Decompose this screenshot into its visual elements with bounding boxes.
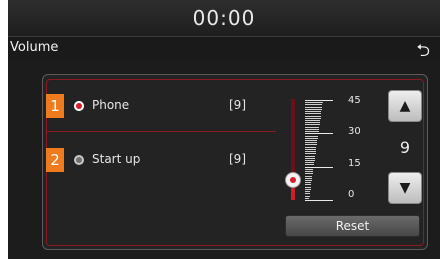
scale-tick [305, 155, 316, 157]
scale-tick [305, 195, 310, 197]
current-volume-value: 9 [399, 138, 411, 157]
scale-tick [305, 146, 317, 148]
scale-tick [305, 186, 311, 188]
scale-tick [305, 162, 315, 164]
scale-tick [305, 122, 320, 124]
scale-tick [305, 173, 313, 175]
list-item-value: [9] [229, 98, 246, 112]
scale-tick [305, 120, 321, 121]
scale-tick [305, 188, 311, 190]
status-bar: 00:00 [8, 0, 440, 37]
list-item-phone[interactable]: 1 Phone [9] [46, 94, 276, 120]
scale-tick [305, 160, 315, 161]
scale-tick [305, 108, 322, 110]
scale-tick [305, 200, 333, 201]
item-number-badge: 2 [46, 148, 64, 172]
scale-tick [305, 100, 333, 101]
scale-label-min: 0 [348, 189, 355, 200]
return-arrow-icon: ⮌ [416, 41, 430, 61]
triangle-down-icon: ▼ [399, 180, 411, 196]
radio-selected-icon [74, 101, 84, 111]
scale-tick [305, 106, 323, 108]
scale-label-max: 45 [348, 95, 361, 106]
list-item-start-up[interactable]: 2 Start up [9] [46, 148, 276, 174]
scale-tick [305, 142, 318, 144]
scale-tick [305, 135, 319, 137]
title-bar: Volume ⮌ [8, 37, 440, 61]
scale-tick [305, 131, 319, 133]
scale-label-30: 30 [348, 126, 361, 137]
scale-tick [305, 115, 321, 117]
volume-slider-knob[interactable] [286, 173, 300, 187]
triangle-up-icon: ▲ [399, 98, 411, 114]
scale-tick [305, 157, 315, 159]
scale-tick [305, 193, 310, 195]
scale-tick [305, 144, 317, 146]
scale-tick [305, 137, 318, 139]
list-item-label: Start up [92, 152, 141, 166]
scale-tick [305, 153, 316, 155]
scale-tick [305, 124, 320, 126]
volume-up-button[interactable]: ▲ [388, 90, 422, 122]
scale-tick [305, 168, 314, 170]
scale-tick [305, 151, 316, 153]
scale-tick [305, 177, 313, 179]
clock: 00:00 [192, 6, 256, 30]
list-item-label: Phone [92, 98, 130, 112]
scale-tick [305, 117, 321, 119]
list-item-value: [9] [229, 152, 246, 166]
scale-tick [305, 191, 311, 193]
scale-tick [305, 126, 320, 128]
scale-tick [305, 175, 313, 177]
screen: 00:00 Volume ⮌ 1 Phone [9] 2 Start up [9… [0, 0, 446, 259]
radio-unselected-icon [74, 155, 84, 165]
volume-down-button[interactable]: ▼ [388, 172, 422, 204]
scale-tick [305, 140, 318, 141]
scale-tick [305, 184, 312, 186]
scale-tick [305, 197, 310, 199]
scale-tick [305, 113, 322, 115]
scale-tick [305, 148, 317, 150]
scale-tick [305, 182, 312, 184]
scale-tick [305, 102, 323, 104]
back-button[interactable]: ⮌ [416, 38, 430, 67]
device-display: 00:00 Volume ⮌ 1 Phone [9] 2 Start up [9… [8, 0, 440, 259]
scale-tick [305, 128, 319, 130]
scale-label-15: 15 [348, 158, 361, 169]
volume-scale [305, 100, 335, 201]
selected-row-underline [46, 131, 276, 132]
page-title: Volume [10, 40, 59, 55]
item-number-badge: 1 [46, 94, 64, 118]
scale-tick [305, 166, 333, 168]
scale-tick [305, 171, 314, 173]
scale-tick [305, 104, 323, 106]
scale-tick [305, 111, 322, 113]
scale-tick [305, 133, 333, 135]
reset-button[interactable]: Reset [285, 215, 420, 237]
scale-tick [305, 180, 312, 181]
scale-tick [305, 164, 314, 166]
